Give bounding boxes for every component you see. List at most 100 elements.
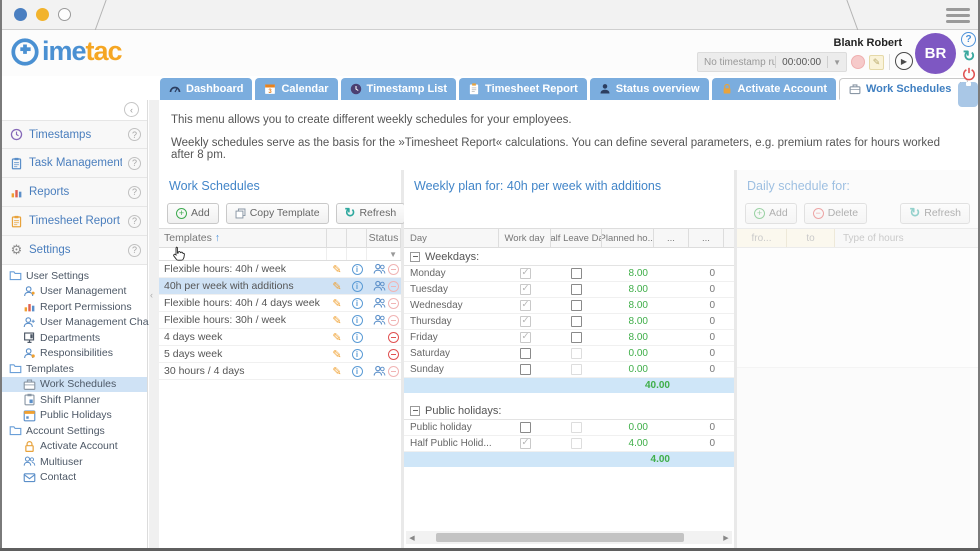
tree-item-public-holidays[interactable]: Public Holidays	[2, 408, 147, 424]
tree-item-templates[interactable]: Templates	[2, 361, 147, 377]
info-icon[interactable]: i	[352, 315, 363, 326]
info-icon[interactable]: i	[352, 332, 363, 343]
deactivate-icon[interactable]	[388, 366, 399, 377]
sidebar-item-settings[interactable]: ⚙ Settings ?	[2, 236, 147, 265]
help-icon[interactable]: ?	[961, 32, 976, 47]
sidebar-item-task-management[interactable]: Task Management ?	[2, 149, 147, 178]
template-row[interactable]: 30 hours / 4 days ✎ i	[159, 363, 401, 380]
tree-item-contact[interactable]: Contact	[2, 470, 147, 486]
sidebar-collapse-icon[interactable]: ‹	[124, 102, 139, 117]
assigned-users-icon[interactable]	[373, 297, 386, 309]
assigned-users-icon[interactable]	[373, 314, 386, 326]
tab-work-schedules[interactable]: Work Schedules ×	[839, 78, 968, 100]
info-icon[interactable]: i	[352, 349, 363, 360]
edit-icon[interactable]: ✎	[332, 365, 341, 378]
copy-template-button[interactable]: Copy Template	[226, 203, 329, 224]
window-control-zoom[interactable]	[58, 8, 71, 21]
timestamp-control[interactable]: No timestamp run... 00:00:00 ▼	[697, 52, 847, 72]
tree-item-shift-planner[interactable]: Shift Planner	[2, 392, 147, 408]
half-leave-checkbox[interactable]	[571, 284, 582, 295]
workday-checkbox[interactable]	[520, 348, 531, 359]
sidebar-splitter[interactable]: ‹	[149, 100, 159, 548]
info-icon[interactable]: i	[352, 298, 363, 309]
half-leave-checkbox[interactable]	[571, 316, 582, 327]
tab-calendar[interactable]: 3 Calendar	[255, 78, 337, 100]
edit-icon[interactable]: ✎	[332, 314, 341, 327]
half-leave-checkbox[interactable]	[571, 300, 582, 311]
help-icon[interactable]: ?	[128, 215, 141, 228]
scroll-right-icon[interactable]: ▶	[720, 534, 732, 542]
template-row[interactable]: 4 days week ✎ i	[159, 329, 401, 346]
avatar[interactable]: BR	[915, 33, 956, 74]
help-icon[interactable]: ?	[128, 244, 141, 257]
tree-item-user-settings[interactable]: User Settings	[2, 268, 147, 284]
workday-checkbox[interactable]	[520, 422, 531, 433]
window-control-minimize[interactable]	[36, 8, 49, 21]
tree-item-user-management-changelog[interactable]: User Management Changelog	[2, 315, 147, 331]
browser-menu-icon[interactable]	[946, 5, 970, 26]
tree-item-user-management[interactable]: User Management	[2, 284, 147, 300]
tab-timesheet-report[interactable]: Timesheet Report	[459, 78, 587, 100]
info-icon[interactable]: i	[352, 264, 363, 275]
workday-checkbox[interactable]	[520, 364, 531, 375]
scrollbar-thumb[interactable]	[436, 533, 684, 542]
add-button[interactable]: +Add	[167, 203, 219, 224]
half-leave-checkbox[interactable]	[571, 332, 582, 343]
half-leave-checkbox[interactable]	[571, 268, 582, 279]
horizontal-scrollbar[interactable]: ◀ ▶	[406, 531, 732, 544]
splitter-collapse-icon[interactable]: ‹	[150, 290, 153, 300]
scroll-left-icon[interactable]: ◀	[406, 534, 418, 542]
start-timer-icon[interactable]: ▶	[895, 52, 913, 70]
info-icon[interactable]: i	[352, 281, 363, 292]
deactivate-icon[interactable]	[388, 315, 399, 326]
edit-icon[interactable]: ✎	[332, 331, 341, 344]
chevron-down-icon[interactable]: ▼	[828, 58, 846, 67]
sidebar-item-timesheet-report[interactable]: Timesheet Report ?	[2, 207, 147, 236]
reload-icon[interactable]: ↻	[961, 48, 977, 64]
help-icon[interactable]: ?	[128, 128, 141, 141]
tab-status-overview[interactable]: Status overview	[590, 78, 709, 100]
help-icon[interactable]: ?	[128, 157, 141, 170]
assigned-users-icon[interactable]	[373, 280, 386, 292]
group-weekdays[interactable]: Weekdays:	[404, 248, 734, 266]
window-control-close[interactable]	[14, 8, 27, 21]
tree-item-report-permissions[interactable]: Report Permissions	[2, 299, 147, 315]
tab-timestamp-list[interactable]: Timestamp List	[341, 78, 457, 100]
group-public-holidays[interactable]: Public holidays:	[404, 402, 734, 420]
deactivate-icon[interactable]	[388, 298, 399, 309]
power-icon[interactable]	[961, 66, 976, 81]
tree-item-multiuser[interactable]: Multiuser	[2, 454, 147, 470]
stop-timer-icon[interactable]	[851, 55, 865, 69]
collapse-group-icon[interactable]	[410, 252, 420, 262]
refresh-button[interactable]: ↻Refresh	[336, 203, 406, 224]
edit-icon[interactable]: ✎	[332, 297, 341, 310]
assigned-users-icon[interactable]	[373, 263, 386, 275]
deactivate-icon[interactable]	[388, 264, 399, 275]
collapse-group-icon[interactable]	[410, 406, 420, 416]
tree-item-work-schedules[interactable]: Work Schedules	[2, 377, 147, 393]
deactivate-icon[interactable]	[388, 349, 399, 360]
edit-icon[interactable]: ✎	[332, 348, 341, 361]
sidebar-item-timestamps[interactable]: Timestamps ?	[2, 120, 147, 149]
template-row[interactable]: Flexible hours: 40h / 4 days week ✎ i	[159, 295, 401, 312]
note-icon[interactable]: ✎	[869, 55, 884, 70]
assigned-users-icon[interactable]	[373, 365, 386, 377]
column-status[interactable]: Status	[367, 229, 401, 247]
tree-item-activate-account[interactable]: Activate Account	[2, 439, 147, 455]
help-icon[interactable]: ?	[128, 186, 141, 199]
template-row[interactable]: 40h per week with additions ✎ i	[159, 278, 401, 295]
info-icon[interactable]: i	[352, 366, 363, 377]
template-row[interactable]: Flexible hours: 30h / week ✎ i	[159, 312, 401, 329]
template-row[interactable]: 5 days week ✎ i	[159, 346, 401, 363]
edit-icon[interactable]: ✎	[332, 263, 341, 276]
tab-activate-account[interactable]: Activate Account	[712, 78, 836, 100]
tab-dashboard[interactable]: Dashboard	[160, 78, 252, 100]
tree-item-departments[interactable]: Departments	[2, 330, 147, 346]
tree-item-account-settings[interactable]: Account Settings	[2, 423, 147, 439]
sidebar-item-reports[interactable]: Reports ?	[2, 178, 147, 207]
lightbulb-icon[interactable]	[958, 82, 978, 107]
deactivate-icon[interactable]	[388, 332, 399, 343]
tree-item-responsibilities[interactable]: Responsibilities	[2, 346, 147, 362]
template-row[interactable]: Flexible hours: 40h / week ✎ i	[159, 261, 401, 278]
status-filter-icon[interactable]: ▼	[367, 248, 401, 260]
